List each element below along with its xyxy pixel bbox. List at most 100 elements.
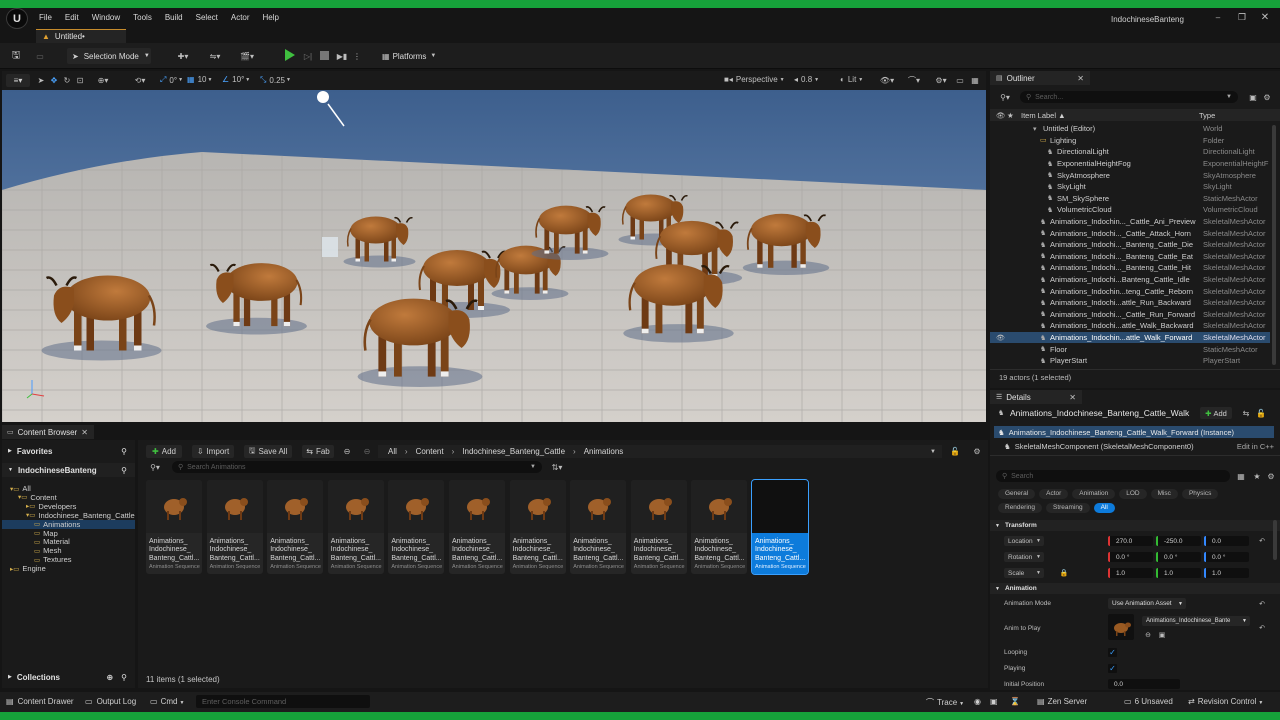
tree-folder-indochinese_banteng_cattle[interactable]: ▾▭ Indochinese_Banteng_Cattle	[2, 511, 135, 520]
tree-folder-material[interactable]: ▭ Material	[2, 537, 135, 546]
reset-icon[interactable]: ↶	[1258, 536, 1266, 546]
filter-streaming[interactable]: Streaming	[1046, 502, 1090, 513]
save-icon[interactable]: 🖫	[10, 50, 22, 62]
select-tool-icon[interactable]: ➤	[36, 74, 46, 86]
settings-icon[interactable]: ⚙	[972, 446, 982, 457]
history-back-icon[interactable]: ⊖	[342, 446, 352, 457]
tree-folder-mesh[interactable]: ▭ Mesh	[2, 546, 135, 555]
edit-cpp-link[interactable]: Edit in C++	[1237, 442, 1274, 451]
tree-folder-content[interactable]: ▾▭ Content	[2, 493, 135, 502]
filter-actor[interactable]: Actor	[1039, 488, 1069, 499]
add-component-button[interactable]: ✚ Add	[1200, 407, 1232, 419]
outliner-row[interactable]: ♞ Animations_Indochi..._Banteng_Cattle_Ea…	[990, 251, 1270, 263]
fab-button[interactable]: ⇆ Fab	[302, 445, 334, 458]
performance-icon[interactable]: ⌒▾	[905, 74, 923, 86]
transform-section[interactable]: ▼ Transform	[990, 520, 1280, 531]
outliner-row[interactable]: ♞ Animations_Indochin...teng_Cattle_Rebor…	[990, 285, 1270, 297]
outliner-row[interactable]: ♞ VolumetricCloud VolumetricCloud	[990, 204, 1270, 216]
reset-icon[interactable]: ↶	[1258, 623, 1266, 633]
record-icon[interactable]: ◉	[974, 697, 981, 706]
animation-mode-dropdown[interactable]: Use Animation Asset ▼	[1108, 598, 1186, 609]
add-folder-icon[interactable]: ▣	[1248, 91, 1258, 103]
more-options-icon[interactable]: ⋮	[353, 50, 361, 62]
translate-tool-icon[interactable]: ✥	[49, 74, 59, 86]
animation-section[interactable]: ▼ Animation	[990, 583, 1280, 594]
favorite-icon[interactable]: ★	[1252, 470, 1262, 482]
maximize-viewport-icon[interactable]: ▦	[970, 74, 980, 86]
location-y-field[interactable]: -250.0	[1156, 536, 1201, 546]
asset-tile[interactable]: Animations_ Indochinese_ Banteng_Cattl... A…	[751, 479, 809, 575]
settings-icon[interactable]: ⚙▾	[932, 74, 950, 86]
close-icon[interactable]: ✕	[1077, 74, 1084, 83]
import-button[interactable]: ⇩ Import	[192, 445, 234, 458]
reset-icon[interactable]: ↶	[1258, 599, 1266, 609]
actor-name-field[interactable]: Animations_Indochinese_Banteng_Cattle_Wa…	[1010, 408, 1193, 418]
tree-folder-all[interactable]: ▾▭ All	[2, 484, 135, 493]
location-dropdown[interactable]: Location ▼	[1004, 536, 1044, 546]
outliner-row[interactable]: 👁 ♞ Animations_Indochin...attle_Walk_Forwa…	[990, 331, 1270, 344]
revision-control-button[interactable]: ⇄ Revision Control ▼	[1188, 697, 1263, 706]
location-x-field[interactable]: 270.0	[1108, 536, 1153, 546]
stop-icon[interactable]	[320, 51, 329, 60]
tab-untitled[interactable]: ▲ Untitled•	[36, 29, 126, 43]
asset-tile[interactable]: Animations_ Indochinese_ Banteng_Cattl... A…	[327, 480, 384, 574]
scale-z-field[interactable]: 1.0	[1204, 568, 1249, 578]
close-icon[interactable]: ✕	[1069, 393, 1076, 402]
menu-edit[interactable]: Edit	[65, 13, 79, 22]
breadcrumb-item[interactable]: Indochinese_Banteng_Cattle	[462, 447, 565, 456]
tree-folder-engine[interactable]: ▸▭ Engine	[2, 564, 135, 573]
outliner-row[interactable]: ▭ Lighting Folder	[990, 135, 1270, 147]
browse-asset-icon[interactable]: ▣	[1158, 630, 1166, 639]
outliner-row[interactable]: ♞ SkyAtmosphere SkyAtmosphere	[990, 169, 1270, 181]
filter-physics[interactable]: Physics	[1181, 488, 1219, 499]
blueprint-icon[interactable]: ⇋▾	[204, 50, 226, 62]
search-icon[interactable]: ⚲	[121, 447, 127, 456]
outliner-row[interactable]: ♞ Animations_Indochi...attle_Run_Backward…	[990, 297, 1270, 309]
asset-tile[interactable]: Animations_ Indochinese_ Banteng_Cattl... A…	[388, 480, 445, 574]
outliner-row[interactable]: ♞ Animations_Indochi...attle_Walk_Backwar…	[990, 320, 1270, 332]
playing-checkbox[interactable]: ✓	[1108, 664, 1117, 673]
save-all-button[interactable]: 🖫 Save All	[244, 445, 292, 458]
settings-icon[interactable]: ⚙	[1266, 470, 1276, 482]
outliner-tab[interactable]: ▤ Outliner ✕	[990, 71, 1090, 85]
content-drawer-button[interactable]: ▤ Content Drawer	[6, 697, 74, 706]
perspective-dropdown[interactable]: ■◂ Perspective ▼	[724, 75, 785, 84]
menu-file[interactable]: File	[39, 13, 52, 22]
outliner-row[interactable]: ♞ PlayerStart PlayerStart	[990, 355, 1270, 367]
project-section[interactable]: ▼ IndochineseBanteng ⚲	[2, 463, 135, 477]
visibility-icon[interactable]: 👁	[996, 334, 1005, 342]
blueprint-icon[interactable]: ⇆	[1241, 407, 1251, 419]
outliner-row[interactable]: ♞ SM_SkySphere StaticMeshActor	[990, 193, 1270, 205]
minimize-icon[interactable]: –	[1212, 11, 1224, 23]
menu-select[interactable]: Select	[196, 13, 218, 22]
asset-tile[interactable]: Animations_ Indochinese_ Banteng_Cattl... A…	[691, 480, 748, 574]
filter-rendering[interactable]: Rendering	[998, 502, 1042, 513]
initial-position-field[interactable]: 0.0	[1108, 679, 1180, 689]
filter-misc[interactable]: Misc	[1150, 488, 1178, 499]
rotation-z-field[interactable]: 0.0 °	[1204, 552, 1249, 562]
rotate-tool-icon[interactable]: ↻	[62, 74, 72, 86]
filter-icon[interactable]: ⚲▾	[146, 462, 164, 473]
scale-x-field[interactable]: 1.0	[1108, 568, 1153, 578]
rotation-snap[interactable]: ∠ 10° ▼	[222, 75, 250, 84]
menu-actor[interactable]: Actor	[231, 13, 250, 22]
eject-icon[interactable]: ▶▮	[336, 50, 348, 62]
tree-folder-animations[interactable]: ▭ Animations	[2, 519, 135, 529]
collections-section[interactable]: ▶ Collections ⊕ ⚲	[2, 670, 135, 684]
settings-icon[interactable]: ⚙	[1262, 91, 1272, 103]
rotation-y-field[interactable]: 0.0 °	[1156, 552, 1201, 562]
outliner-search-input[interactable]: ⚲ Search... ▼	[1020, 91, 1238, 103]
outliner-row[interactable]: ♞ Animations_Indochi..._Banteng_Cattle_Di…	[990, 239, 1270, 251]
output-log-button[interactable]: ▭ Output Log	[85, 697, 136, 706]
cinematics-icon[interactable]: 🎬▾	[236, 50, 258, 62]
filter-all[interactable]: All	[1093, 502, 1115, 513]
menu-build[interactable]: Build	[165, 13, 183, 22]
item-label-header[interactable]: Item Label ▲	[1021, 111, 1066, 120]
cmd-dropdown[interactable]: ▭ Cmd ▼	[150, 697, 184, 706]
unsaved-button[interactable]: ▭ 6 Unsaved	[1124, 697, 1173, 706]
close-icon[interactable]: ✕	[81, 428, 88, 437]
lock-icon[interactable]: 🔒	[1060, 568, 1069, 578]
favorites-section[interactable]: ▶ Favorites ⚲	[2, 444, 135, 458]
lock-icon[interactable]: 🔓	[950, 446, 960, 457]
scrollbar[interactable]	[1272, 125, 1276, 365]
